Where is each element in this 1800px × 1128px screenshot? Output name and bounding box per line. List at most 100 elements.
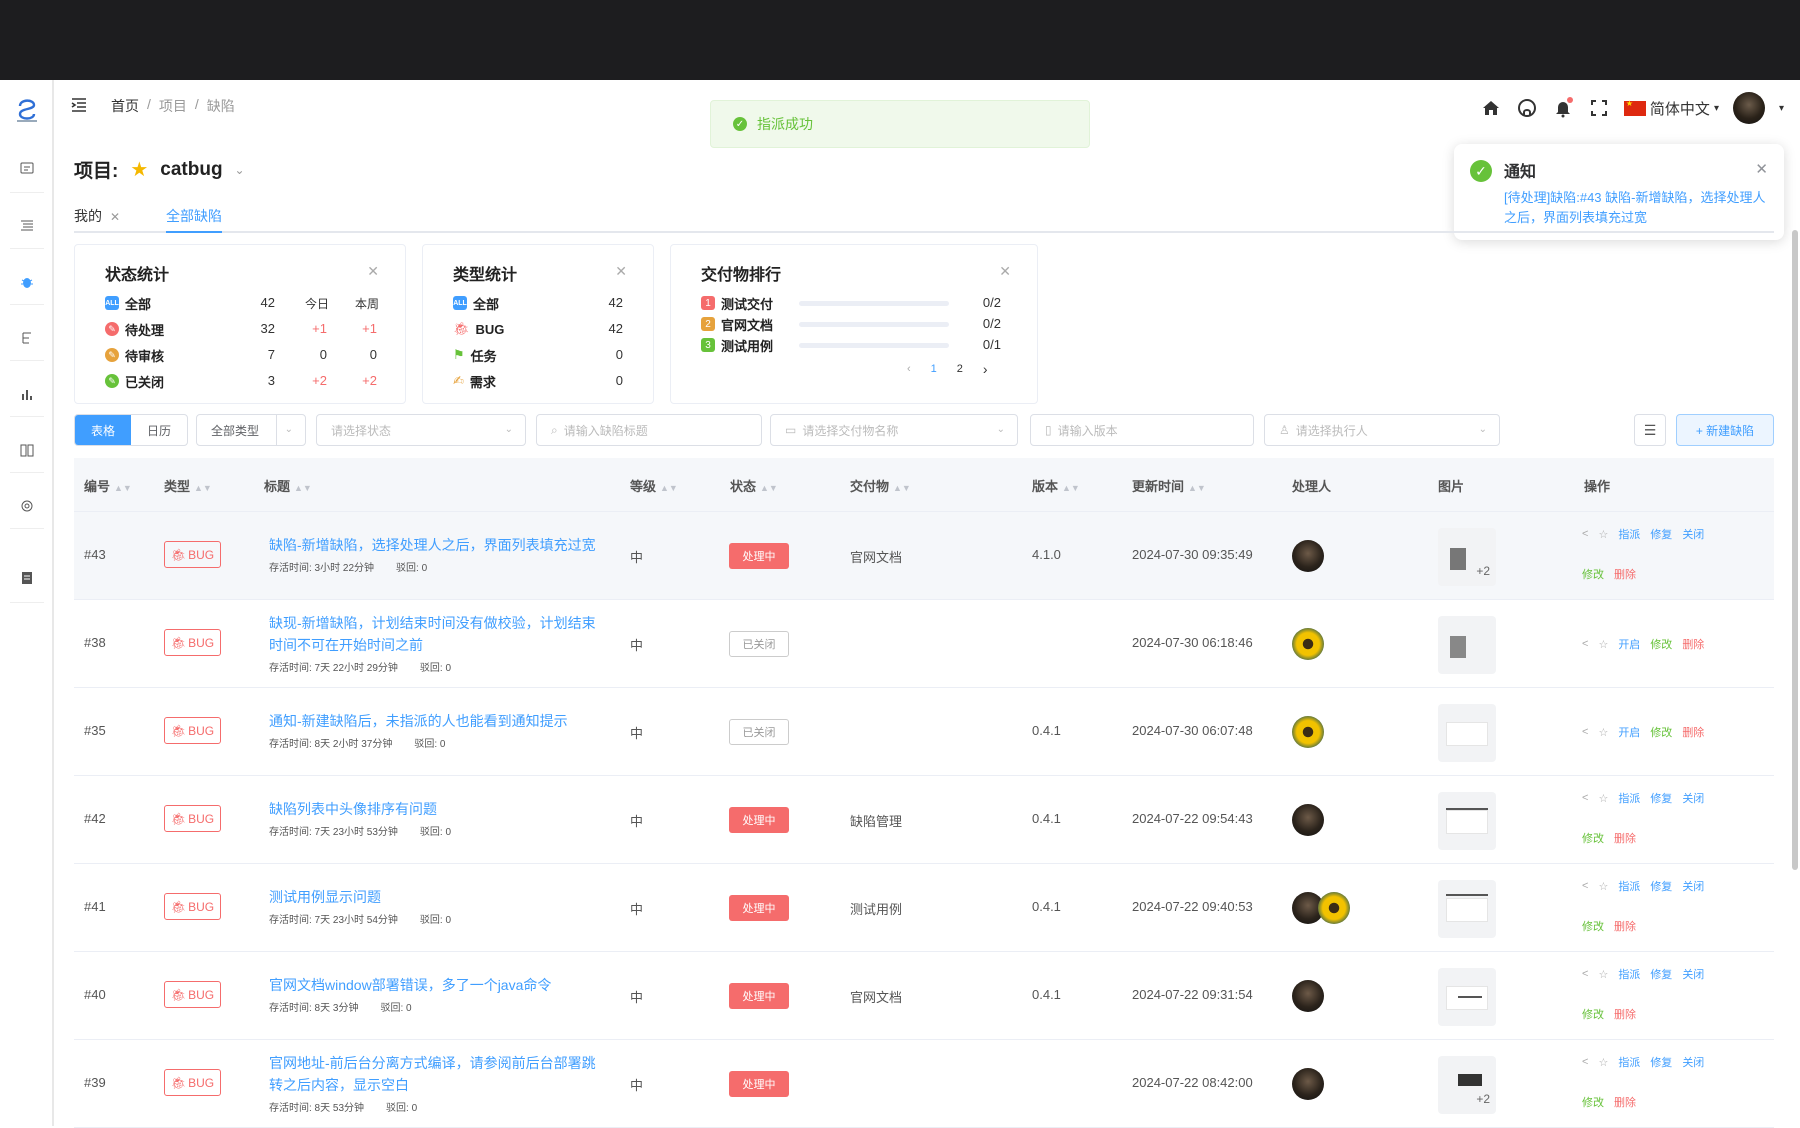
status-select[interactable]: 请选择状态 ⌄ [316, 414, 526, 446]
close-button[interactable]: 关闭 [1682, 790, 1704, 806]
user-avatar[interactable] [1732, 92, 1765, 124]
close-button[interactable]: 关闭 [1682, 878, 1704, 894]
fullscreen-icon[interactable] [1588, 97, 1610, 119]
bell-icon[interactable] [1552, 97, 1574, 119]
assign-button[interactable]: 指派 [1618, 526, 1640, 542]
col-status[interactable]: 状态 ▲▼ [730, 476, 778, 495]
close-icon[interactable]: ✕ [1755, 160, 1768, 178]
share-icon[interactable]: < [1582, 528, 1588, 540]
delete-button[interactable]: 删除 [1614, 1006, 1636, 1022]
list-icon[interactable] [17, 216, 37, 236]
fix-button[interactable]: 修复 [1650, 966, 1672, 982]
edit-button[interactable]: 修改 [1650, 636, 1672, 652]
page-1[interactable]: 1 [931, 363, 937, 375]
col-id[interactable]: 编号 ▲▼ [84, 476, 132, 495]
delete-button[interactable]: 删除 [1682, 636, 1704, 652]
tab-mine[interactable]: 我的 ✕ [74, 206, 120, 226]
bug-title-link[interactable]: 缺陷列表中头像排序有问题 [269, 798, 604, 820]
title-search-input[interactable]: ⌕ 请输入缺陷标题 [536, 414, 762, 446]
fix-button[interactable]: 修复 [1650, 1054, 1672, 1070]
image-thumbnail[interactable] [1438, 616, 1496, 674]
close-button[interactable]: 关闭 [1682, 526, 1704, 542]
close-icon[interactable]: ✕ [615, 263, 627, 280]
table-row[interactable]: #38 🐞︎ BUG 缺现-新增缺陷，计划结束时间没有做校验，计划结束时间不可在开… [74, 600, 1774, 688]
delete-button[interactable]: 删除 [1614, 918, 1636, 934]
bug-title-link[interactable]: 缺陷-新增缺陷，选择处理人之后，界面列表填充过宽 [269, 534, 604, 556]
star-icon[interactable]: ☆ [1598, 880, 1608, 893]
breadcrumb-project[interactable]: 项目 [159, 96, 187, 116]
project-selector[interactable]: 项目: ★ catbug ⌄ [74, 156, 245, 183]
delete-button[interactable]: 删除 [1682, 724, 1704, 740]
reopen-button[interactable]: 开启 [1618, 636, 1640, 652]
share-icon[interactable]: < [1582, 968, 1588, 980]
type-select[interactable]: 全部类型 ⌄ [196, 414, 306, 446]
star-icon[interactable]: ☆ [1598, 968, 1608, 981]
assignee-select[interactable]: ♙ 请选择执行人 ⌄ [1264, 414, 1500, 446]
fix-button[interactable]: 修复 [1650, 878, 1672, 894]
chart-icon[interactable] [17, 384, 37, 404]
col-deliverable[interactable]: 交付物 ▲▼ [850, 476, 911, 495]
col-type[interactable]: 类型 ▲▼ [164, 476, 212, 495]
fix-button[interactable]: 修复 [1650, 526, 1672, 542]
close-button[interactable]: 关闭 [1682, 1054, 1704, 1070]
scrollbar[interactable] [1792, 230, 1798, 870]
assign-button[interactable]: 指派 [1618, 790, 1640, 806]
view-table-button[interactable]: 表格 [75, 415, 131, 445]
avatar-dropdown-icon[interactable]: ▾ [1779, 103, 1784, 114]
document-icon[interactable] [17, 568, 37, 588]
close-icon[interactable]: ✕ [367, 263, 379, 280]
image-thumbnail[interactable]: +2 [1438, 1056, 1496, 1114]
tree-icon[interactable] [17, 328, 37, 348]
tab-all-bugs[interactable]: 全部缺陷 [166, 206, 222, 233]
home-icon[interactable] [1480, 97, 1502, 119]
close-button[interactable]: 关闭 [1682, 966, 1704, 982]
edit-button[interactable]: 修改 [1582, 918, 1604, 934]
col-updated[interactable]: 更新时间 ▲▼ [1132, 476, 1206, 495]
table-row[interactable]: #43 🐞︎ BUG 缺陷-新增缺陷，选择处理人之后，界面列表填充过宽 存活时间: … [74, 512, 1774, 600]
table-row[interactable]: #41 🐞︎ BUG 测试用例显示问题 存活时间: 7天 23小时 54分钟 驳回: … [74, 864, 1774, 952]
star-icon[interactable]: ☆ [1598, 1056, 1608, 1069]
star-icon[interactable]: ☆ [1598, 528, 1608, 541]
bug-title-link[interactable]: 通知-新建缺陷后，未指派的人也能看到通知提示 [269, 710, 604, 732]
avatar[interactable] [1292, 1068, 1324, 1100]
star-icon[interactable]: ☆ [1598, 726, 1608, 739]
share-icon[interactable]: < [1582, 792, 1588, 804]
avatar[interactable] [1292, 980, 1324, 1012]
assign-button[interactable]: 指派 [1618, 966, 1640, 982]
next-page-icon[interactable]: › [983, 361, 988, 377]
settings-icon[interactable] [17, 496, 37, 516]
deliverable-select[interactable]: ▭ 请选择交付物名称 ⌄ [770, 414, 1018, 446]
book-icon[interactable] [17, 440, 37, 460]
edit-button[interactable]: 修改 [1650, 724, 1672, 740]
page-2[interactable]: 2 [957, 363, 963, 375]
table-row[interactable]: #39 🐞︎ BUG 官网地址-前后台分离方式编译，请参阅前后台部署跳转之后内容，… [74, 1040, 1774, 1128]
image-thumbnail[interactable]: +2 [1438, 528, 1496, 586]
share-icon[interactable]: < [1582, 638, 1588, 650]
table-row[interactable]: #42 🐞︎ BUG 缺陷列表中头像排序有问题 存活时间: 7天 23小时 53分钟… [74, 776, 1774, 864]
avatar[interactable] [1292, 804, 1324, 836]
prev-page-icon[interactable]: ‹ [907, 363, 911, 375]
assign-button[interactable]: 指派 [1618, 878, 1640, 894]
project-list-icon[interactable] [17, 158, 37, 178]
assign-button[interactable]: 指派 [1618, 1054, 1640, 1070]
image-thumbnail[interactable] [1438, 880, 1496, 938]
reopen-button[interactable]: 开启 [1618, 724, 1640, 740]
share-icon[interactable]: < [1582, 726, 1588, 738]
image-thumbnail[interactable] [1438, 968, 1496, 1026]
edit-button[interactable]: 修改 [1582, 566, 1604, 582]
delete-button[interactable]: 删除 [1614, 1094, 1636, 1110]
share-icon[interactable]: < [1582, 1056, 1588, 1068]
delete-button[interactable]: 删除 [1614, 566, 1636, 582]
avatar[interactable] [1292, 540, 1324, 572]
new-bug-button[interactable]: + 新建缺陷 [1676, 414, 1774, 446]
edit-button[interactable]: 修改 [1582, 830, 1604, 846]
close-icon[interactable]: ✕ [110, 210, 120, 224]
table-row[interactable]: #35 🐞︎ BUG 通知-新建缺陷后，未指派的人也能看到通知提示 存活时间: 8天… [74, 688, 1774, 776]
image-thumbnail[interactable] [1438, 792, 1496, 850]
bug-title-link[interactable]: 官网地址-前后台分离方式编译，请参阅前后台部署跳转之后内容，显示空白 [269, 1052, 604, 1096]
star-icon[interactable]: ☆ [1598, 638, 1608, 651]
share-icon[interactable]: < [1582, 880, 1588, 892]
edit-button[interactable]: 修改 [1582, 1094, 1604, 1110]
bug-title-link[interactable]: 官网文档window部署错误，多了一个java命令 [269, 974, 604, 996]
table-row[interactable]: #40 🐞︎ BUG 官网文档window部署错误，多了一个java命令 存活时间:… [74, 952, 1774, 1040]
